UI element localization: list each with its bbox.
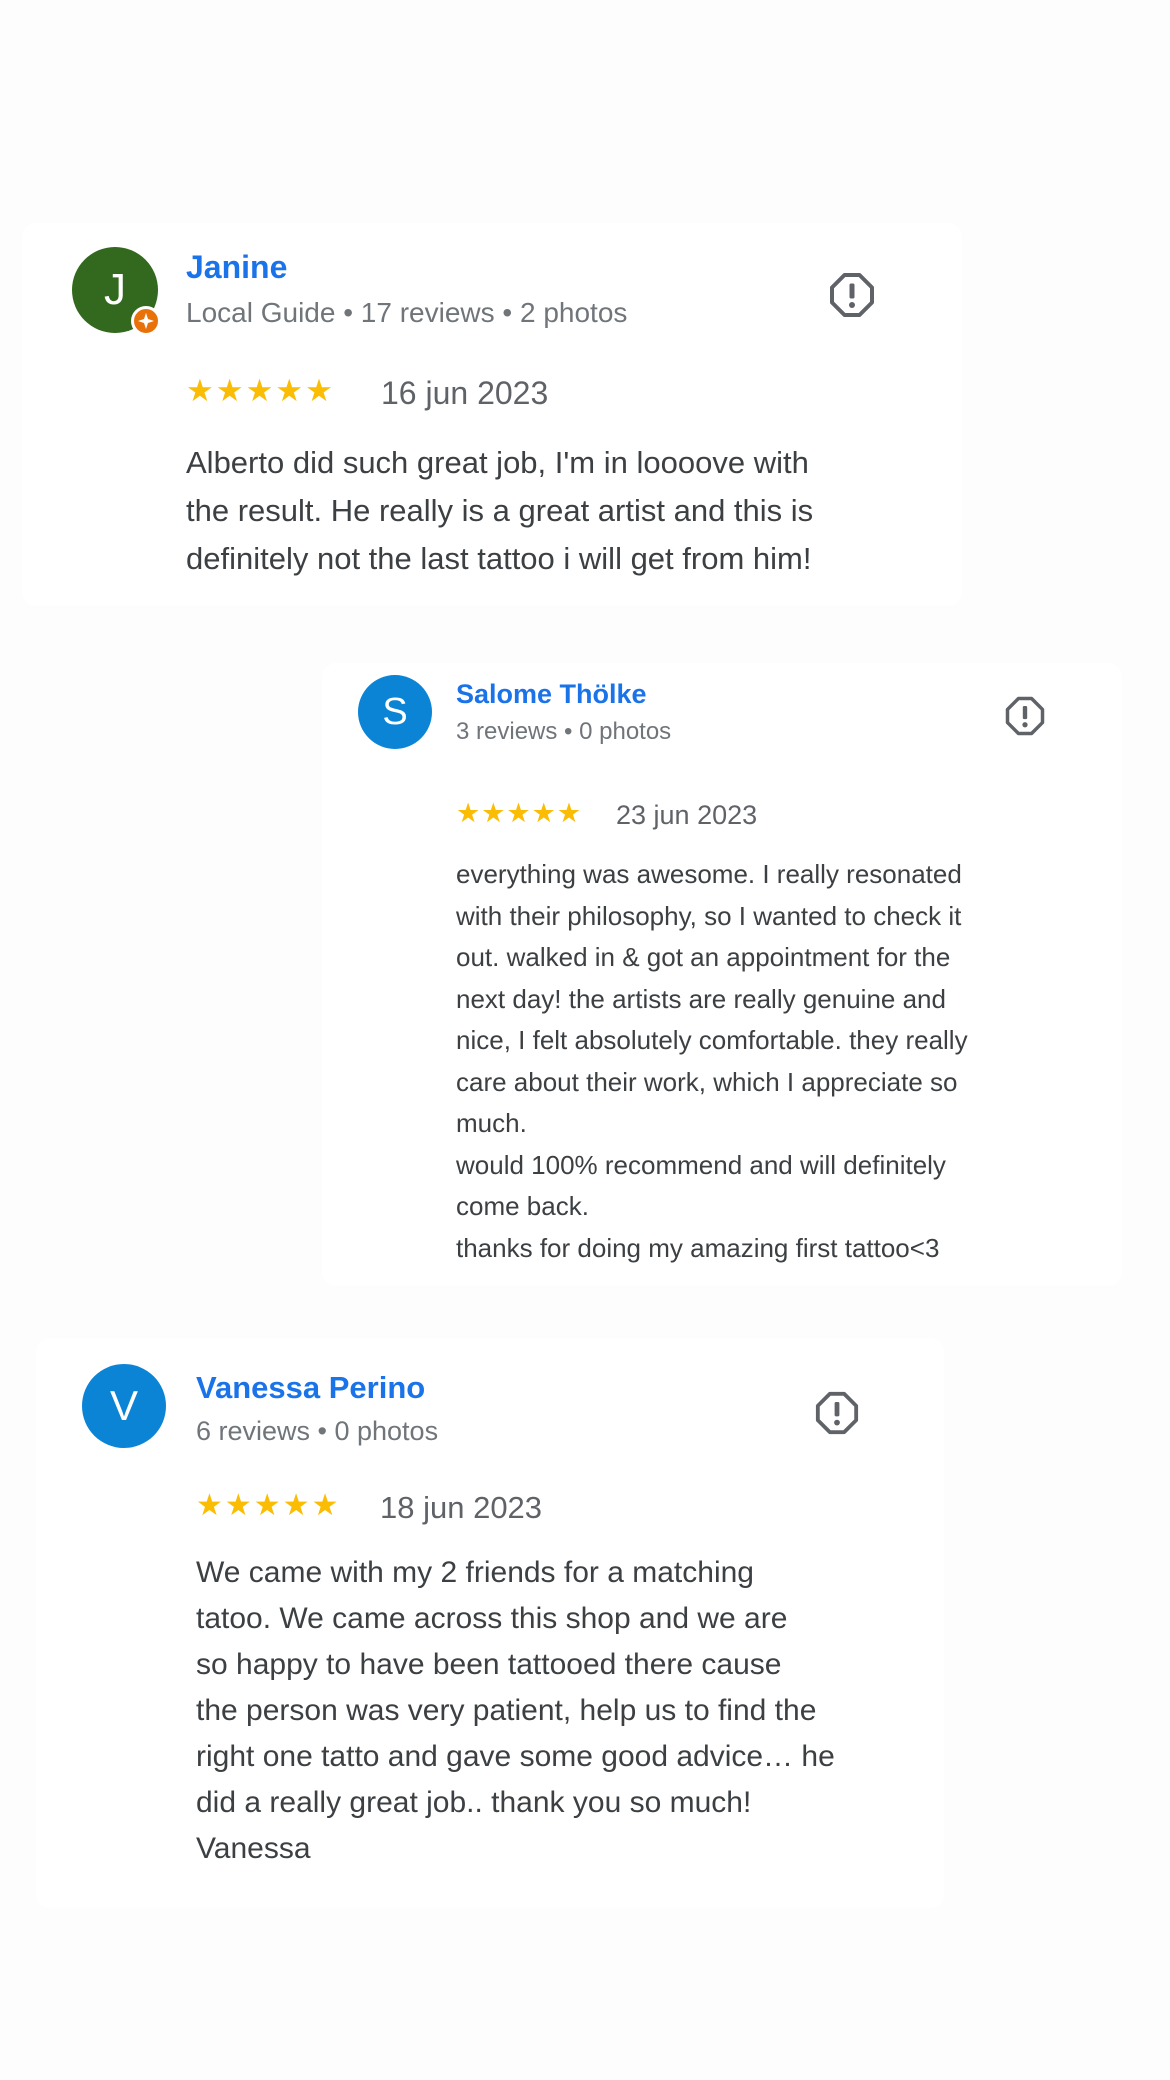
review-text-line: definitely not the last tattoo i will ge… xyxy=(186,541,812,576)
review-text-line: thanks for doing my amazing first tattoo… xyxy=(456,1232,940,1263)
reviewer-name[interactable]: Vanessa Perino xyxy=(196,1370,425,1406)
report-icon[interactable] xyxy=(1004,695,1046,737)
avatar[interactable]: J xyxy=(72,247,161,336)
review-text-line: with their philosophy, so I wanted to ch… xyxy=(456,900,962,931)
star-rating-stars: ★★★★★ xyxy=(456,798,583,828)
review-text-line: tatoo. We came across this shop and we a… xyxy=(196,1602,788,1635)
avatar-initial: S xyxy=(382,690,408,733)
review-text-line: everything was awesome. I really resonat… xyxy=(456,859,962,889)
report-icon[interactable] xyxy=(814,1390,860,1436)
review-text-line: the result. He really is a great artist … xyxy=(186,493,814,528)
review-text-line: did a really great job.. thank you so mu… xyxy=(196,1786,752,1819)
avatar-initial: J xyxy=(104,265,126,314)
avatar[interactable]: S xyxy=(358,675,432,749)
star-rating-stars: ★★★★★ xyxy=(196,1489,341,1522)
review-text-line: much. xyxy=(456,1108,527,1138)
review-text-line: next day! the artists are really genuine… xyxy=(456,983,946,1014)
review-text-line: nice, I felt absolutely comfortable. the… xyxy=(456,1025,968,1055)
reviewer-name[interactable]: Janine xyxy=(186,249,287,286)
avatar-initial: V xyxy=(109,1382,138,1429)
review-text: Alberto did such great job, I'm in loooo… xyxy=(186,439,813,583)
avatar[interactable]: V xyxy=(82,1364,166,1448)
reviewer-meta: 3 reviews • 0 photos xyxy=(456,718,672,745)
review-text-line: so happy to have been tattooed there cau… xyxy=(196,1648,782,1681)
review-text-line: right one tatto and gave some good advic… xyxy=(196,1740,835,1773)
star-rating: ★★★★★ xyxy=(456,800,582,827)
review-text-line: We came with my 2 friends for a matching xyxy=(196,1556,754,1589)
reviewer-meta: Local Guide • 17 reviews • 2 photos xyxy=(186,297,628,328)
reviewer-name[interactable]: Salome Thölke xyxy=(456,679,647,710)
star-rating-stars: ★★★★★ xyxy=(186,373,335,408)
review-date: 23 jun 2023 xyxy=(616,800,758,830)
review-date: 16 jun 2023 xyxy=(381,375,549,411)
review-text-line: would 100% recommend and will definitely xyxy=(456,1149,946,1180)
review-date: 18 jun 2023 xyxy=(380,1490,543,1525)
review-text-line: Vanessa xyxy=(196,1832,311,1865)
star-rating: ★★★★★ xyxy=(186,375,335,406)
review-text-line: out. walked in & got an appointment for … xyxy=(456,942,951,972)
review-card: V Vanessa Perino 6 reviews • 0 photos ★★… xyxy=(36,1338,944,1908)
report-icon[interactable] xyxy=(828,271,876,319)
review-text-line: come back. xyxy=(456,1191,589,1221)
review-text-line: the person was very patient, help us to … xyxy=(196,1694,817,1727)
reviewer-meta: 6 reviews • 0 photos xyxy=(196,1416,439,1446)
star-rating: ★★★★★ xyxy=(196,1491,340,1521)
local-guide-badge-icon xyxy=(131,306,161,336)
review-card: J Janine Local Guide • 17 reviews • 2 ph… xyxy=(22,223,962,606)
reviews-page: J Janine Local Guide • 17 reviews • 2 ph… xyxy=(0,0,1170,2080)
review-text: everything was awesome. I really resonat… xyxy=(456,854,968,1269)
review-text-line: care about their work, which I appreciat… xyxy=(456,1066,958,1097)
review-text-line: Alberto did such great job, I'm in loooo… xyxy=(186,445,809,480)
review-card: S Salome Thölke 3 reviews • 0 photos ★★★… xyxy=(322,663,1122,1286)
review-text: We came with my 2 friends for a matching… xyxy=(196,1550,835,1872)
